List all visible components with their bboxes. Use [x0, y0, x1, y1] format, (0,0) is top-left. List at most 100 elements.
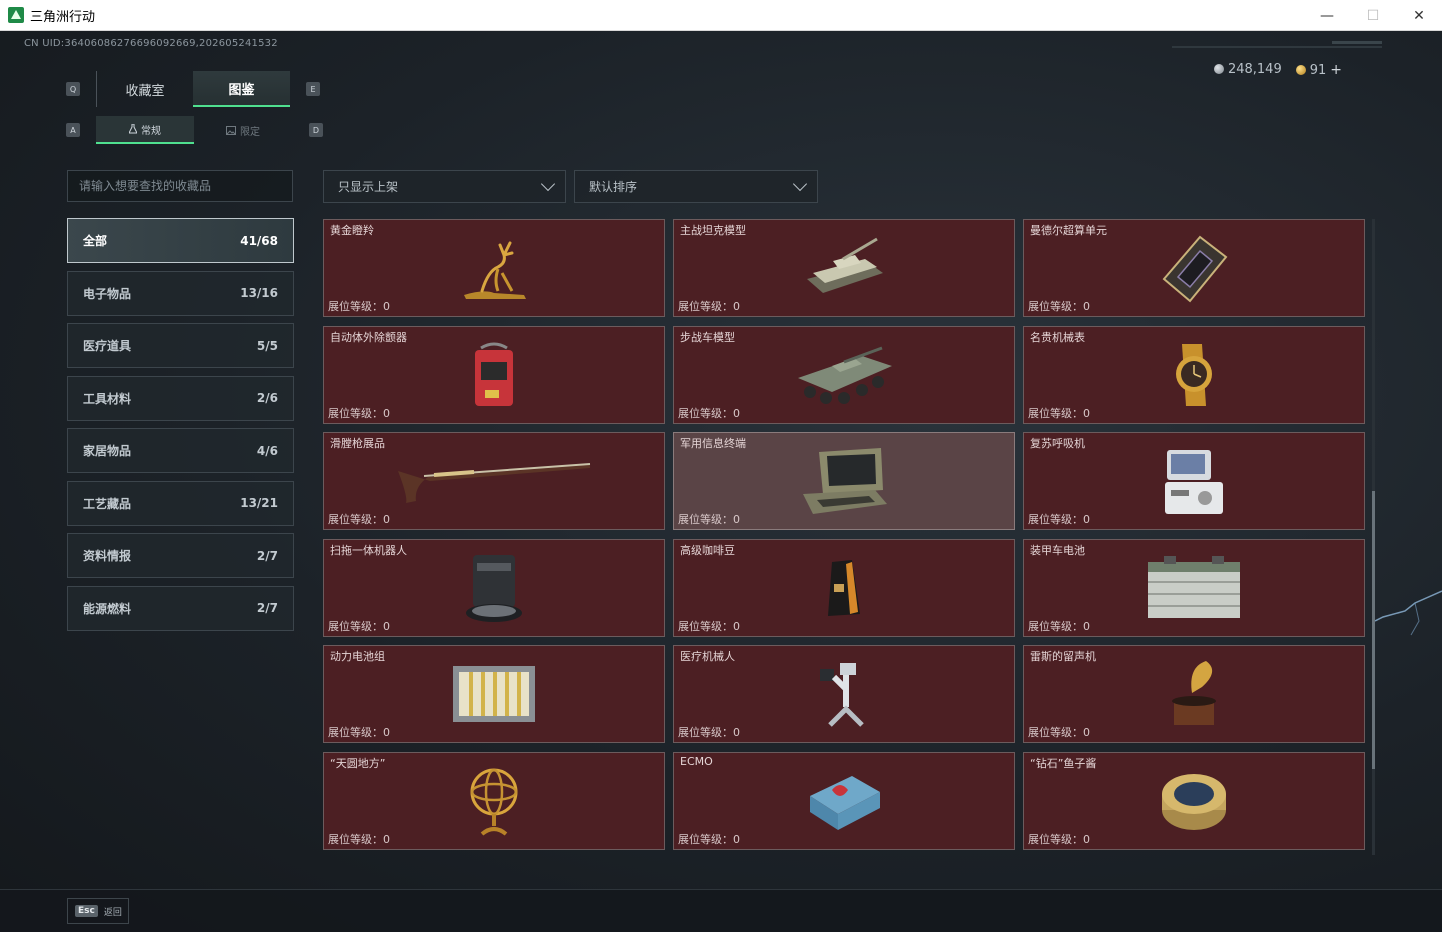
collection-card[interactable]: 雷斯的留声机 展位等级：0: [1023, 645, 1365, 743]
collection-card[interactable]: 名贵机械表 展位等级：0: [1023, 325, 1365, 424]
level-value: 0: [383, 726, 390, 739]
maximize-button[interactable]: ☐: [1350, 0, 1396, 31]
item-level: 展位等级：0: [678, 831, 740, 847]
add-currency-button[interactable]: +: [1330, 62, 1342, 78]
item-name: 步战车模型: [680, 330, 735, 344]
collection-card[interactable]: 复苏呼吸机 展位等级：0: [1023, 432, 1365, 530]
item-name: 自动体外除颤器: [330, 330, 407, 344]
key-hint-d: D: [309, 123, 323, 137]
collection-card[interactable]: 曼德尔超算单元 展位等级：0: [1023, 219, 1365, 317]
player-uid: CN UID:36406086276696092669,202605241532: [24, 38, 278, 49]
level-value: 0: [383, 832, 390, 846]
coffee-icon: [828, 559, 860, 616]
collection-card[interactable]: ECMO 展位等级：0: [673, 751, 1015, 850]
item-level: 展位等级：0: [1028, 511, 1090, 527]
level-label: 展位等级：: [678, 832, 733, 846]
level-label: 展位等级：: [678, 726, 733, 739]
window-titlebar: 三角洲行动 — ☐ ✕: [0, 0, 1442, 31]
level-label: 展位等级：: [328, 832, 383, 846]
ifv-icon: [798, 346, 892, 404]
image-icon: [226, 125, 236, 135]
category-household[interactable]: 家居物品 4/6: [67, 428, 294, 473]
item-name: 名贵机械表: [1030, 330, 1085, 344]
collection-card[interactable]: “天圆地方” 展位等级：0: [323, 751, 665, 850]
category-list: 全部 41/68 电子物品 13/16 医疗道具 5/5 工具材料 2/6 家居物品 4/…: [67, 218, 294, 638]
category-energy[interactable]: 能源燃料 2/7: [67, 585, 294, 631]
category-count: 5/5: [256, 338, 278, 353]
category-label: 全部: [83, 234, 108, 248]
item-name: ECMO: [680, 754, 713, 768]
category-label: 家居物品: [83, 444, 132, 458]
level-value: 0: [1083, 619, 1090, 633]
item-level: 展位等级：0: [328, 724, 390, 740]
tank-icon: [807, 237, 883, 293]
level-value: 0: [1083, 513, 1090, 526]
back-button[interactable]: Esc 返回: [67, 898, 129, 924]
level-label: 展位等级：: [328, 619, 383, 633]
item-level: 展位等级：0: [678, 618, 740, 634]
tab-codex[interactable]: 图鉴: [193, 71, 290, 107]
collection-card[interactable]: 动力电池组 展位等级：0: [323, 645, 665, 743]
category-count: 41/68: [240, 233, 278, 248]
key-hint-q: Q: [66, 82, 80, 96]
shelf-filter-dropdown[interactable]: 只显示上架: [323, 170, 566, 203]
collection-card[interactable]: 自动体外除颤器 展位等级：0: [323, 325, 665, 424]
collection-card[interactable]: 黄金瞪羚 展位等级：0: [323, 219, 665, 317]
item-level: 展位等级：0: [328, 831, 390, 847]
tab-limited[interactable]: 限定: [194, 116, 292, 144]
level-label: 展位等级：: [678, 406, 733, 420]
collection-card[interactable]: 医疗机械人 展位等级：0: [673, 645, 1015, 743]
sort-value: 默认排序: [589, 180, 638, 194]
decorative-line: [1332, 41, 1382, 44]
item-level: 展位等级：0: [328, 405, 390, 421]
category-label: 医疗道具: [83, 339, 132, 353]
app-logo-icon: [8, 7, 24, 23]
item-level: 展位等级：0: [1028, 405, 1090, 421]
silver-amount: 248,149: [1227, 62, 1282, 77]
close-button[interactable]: ✕: [1396, 0, 1442, 31]
minimize-button[interactable]: —: [1304, 0, 1350, 31]
collection-card[interactable]: 主战坦克模型 展位等级：0: [673, 219, 1015, 317]
gold-amount: 91: [1309, 63, 1327, 78]
collection-card[interactable]: 装甲车电池 展位等级：0: [1023, 538, 1365, 637]
item-name: 复苏呼吸机: [1030, 437, 1085, 450]
level-label: 展位等级：: [1028, 513, 1083, 526]
level-value: 0: [733, 832, 740, 846]
category-count: 13/21: [240, 496, 278, 510]
tab-regular[interactable]: 常规: [96, 116, 194, 144]
item-level: 展位等级：0: [678, 405, 740, 421]
currency-display: 248,149 91 +: [1213, 62, 1342, 78]
category-electronics[interactable]: 电子物品 13/16: [67, 270, 294, 316]
category-all[interactable]: 全部 41/68: [67, 218, 294, 263]
search-input[interactable]: [67, 170, 293, 202]
bottom-bar: Esc 返回: [0, 889, 1442, 932]
watch-icon: [1176, 343, 1212, 406]
collection-card[interactable]: 扫拖一体机器人 展位等级：0: [323, 538, 665, 637]
collection-card[interactable]: “钻石”鱼子酱 展位等级：0: [1023, 751, 1365, 850]
category-crafts[interactable]: 工艺藏品 13/21: [67, 480, 294, 526]
collection-card[interactable]: 步战车模型 展位等级：0: [673, 325, 1015, 424]
esc-key-hint: Esc: [75, 905, 98, 917]
item-level: 展位等级：0: [678, 298, 740, 314]
window-controls: — ☐ ✕: [1304, 0, 1442, 31]
sort-dropdown[interactable]: 默认排序: [574, 170, 818, 203]
key-hint-e: E: [306, 82, 320, 96]
medical-robot-icon: [820, 663, 864, 727]
category-intel[interactable]: 资料情报 2/7: [67, 533, 294, 578]
gold-coin-icon: [1295, 65, 1306, 75]
lightning-decoration-icon: [1375, 590, 1442, 636]
item-name: 黄金瞪羚: [330, 224, 374, 237]
grid-scrollbar[interactable]: [1372, 219, 1375, 855]
item-level: 展位等级：0: [1028, 618, 1090, 634]
collection-card[interactable]: 高级咖啡豆 展位等级：0: [673, 538, 1015, 637]
category-label: 能源燃料: [83, 601, 132, 616]
item-level: 展位等级：0: [328, 511, 390, 527]
ventilator-icon: [1165, 450, 1223, 514]
collection-card[interactable]: 军用信息终端 展位等级：0: [673, 432, 1015, 530]
collection-card[interactable]: 滑膛枪展品 展位等级：0: [323, 432, 665, 530]
tab-collection-room[interactable]: 收藏室: [96, 71, 193, 107]
category-tools[interactable]: 工具材料 2/6: [67, 375, 294, 421]
item-name: 曼德尔超算单元: [1030, 224, 1107, 237]
level-value: 0: [1083, 832, 1090, 846]
category-medical[interactable]: 医疗道具 5/5: [67, 323, 294, 368]
